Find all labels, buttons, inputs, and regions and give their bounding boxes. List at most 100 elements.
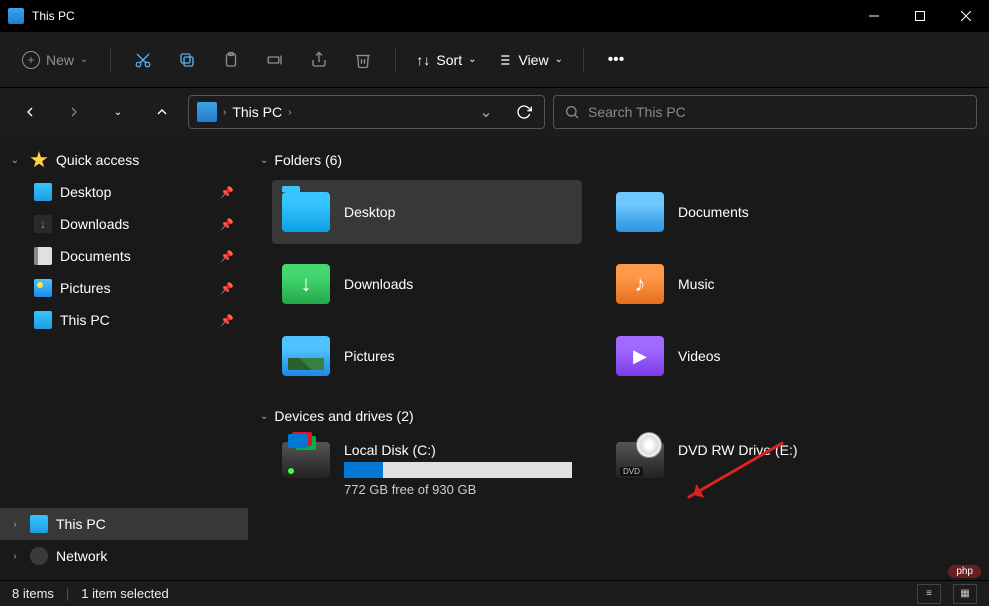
drive-fill: [344, 462, 383, 478]
sort-button[interactable]: ↑↓ Sort ⌄: [408, 46, 484, 74]
dvd-icon: [616, 442, 664, 478]
network-icon: [30, 547, 48, 565]
folder-desktop[interactable]: Desktop: [272, 180, 582, 244]
cut-button[interactable]: [123, 42, 163, 78]
watermark: php: [948, 565, 981, 578]
tile-label: Videos: [678, 348, 721, 364]
back-button[interactable]: [12, 94, 48, 130]
refresh-button[interactable]: [508, 104, 540, 120]
chevron-down-icon: ⌄: [260, 155, 268, 166]
minimize-button[interactable]: [851, 0, 897, 32]
chevron-down-icon: ⌄: [468, 54, 476, 65]
sidebar-label: Desktop: [60, 184, 212, 200]
search-input[interactable]: Search This PC: [553, 95, 977, 129]
documents-icon: [34, 247, 52, 265]
sidebar-this-pc[interactable]: › This PC: [0, 508, 248, 540]
sidebar-label: This PC: [60, 312, 212, 328]
view-label: View: [518, 52, 548, 68]
chevron-down-icon: ⌄: [8, 155, 22, 166]
pictures-icon: [34, 279, 52, 297]
recent-button[interactable]: ⌄: [100, 94, 136, 130]
sidebar-quick-access[interactable]: ⌄ Quick access: [0, 144, 248, 176]
more-button[interactable]: •••: [596, 42, 636, 78]
sidebar-item-this-pc[interactable]: This PC 📌: [0, 304, 248, 336]
up-button[interactable]: [144, 94, 180, 130]
drive-info: Local Disk (C:) 772 GB free of 930 GB: [344, 442, 572, 497]
sort-label: Sort: [436, 52, 462, 68]
chevron-right-icon: ›: [223, 107, 226, 118]
rename-button[interactable]: [255, 42, 295, 78]
music-folder-icon: [616, 264, 664, 304]
address-bar[interactable]: › This PC › ⌄: [188, 95, 545, 129]
close-button[interactable]: [943, 0, 989, 32]
folder-music[interactable]: Music: [606, 252, 916, 316]
videos-folder-icon: [616, 336, 664, 376]
section-title: Devices and drives (2): [274, 408, 413, 424]
address-location[interactable]: This PC: [232, 104, 282, 120]
thumbnails-view-button[interactable]: ▦: [953, 584, 977, 604]
paste-button[interactable]: [211, 42, 251, 78]
drive-name: DVD RW Drive (E:): [678, 442, 906, 458]
sidebar-label: Quick access: [56, 152, 240, 168]
search-placeholder: Search This PC: [588, 104, 686, 120]
folder-pictures[interactable]: Pictures: [272, 324, 582, 388]
new-button[interactable]: + New ⌄: [12, 45, 98, 75]
copy-button[interactable]: [167, 42, 207, 78]
sidebar-label: Downloads: [60, 216, 212, 232]
status-selected: 1 item selected: [81, 586, 168, 601]
chevron-right-icon: ›: [288, 107, 291, 118]
tile-label: Desktop: [344, 204, 395, 220]
separator: [110, 48, 111, 72]
section-title: Folders (6): [274, 152, 342, 168]
pin-icon: 📌: [220, 218, 234, 231]
this-pc-icon: [34, 311, 52, 329]
tile-label: Music: [678, 276, 715, 292]
sidebar-item-desktop[interactable]: Desktop 📌: [0, 176, 248, 208]
address-dropdown[interactable]: ⌄: [470, 102, 502, 122]
star-icon: [30, 151, 48, 169]
pin-icon: 📌: [220, 250, 234, 263]
details-view-button[interactable]: ≡: [917, 584, 941, 604]
folder-downloads[interactable]: Downloads: [272, 252, 582, 316]
drives-section-header[interactable]: ⌄ Devices and drives (2): [256, 404, 981, 428]
drives-grid: Local Disk (C:) 772 GB free of 930 GB DV…: [256, 428, 981, 519]
pin-icon: 📌: [220, 282, 234, 295]
this-pc-icon: [8, 8, 24, 24]
maximize-button[interactable]: [897, 0, 943, 32]
chevron-down-icon: ⌄: [80, 54, 88, 65]
sidebar-label: This PC: [56, 516, 240, 532]
view-icon: [496, 52, 512, 68]
chevron-right-icon: ›: [8, 551, 22, 562]
forward-button[interactable]: [56, 94, 92, 130]
view-button[interactable]: View ⌄: [488, 46, 570, 74]
folders-section-header[interactable]: ⌄ Folders (6): [256, 148, 981, 172]
documents-folder-icon: [616, 192, 664, 232]
status-bar: 8 items | 1 item selected ≡ ▦: [0, 580, 989, 606]
window-title: This PC: [32, 9, 851, 23]
drive-local-disk[interactable]: Local Disk (C:) 772 GB free of 930 GB: [272, 436, 582, 503]
hdd-icon: [282, 442, 330, 478]
sidebar: ⌄ Quick access Desktop 📌 Downloads 📌 Doc…: [0, 136, 248, 580]
chevron-right-icon: ›: [8, 519, 22, 530]
delete-button[interactable]: [343, 42, 383, 78]
drive-usage-bar: [344, 462, 572, 478]
folder-videos[interactable]: Videos: [606, 324, 916, 388]
sort-icon: ↑↓: [416, 52, 430, 68]
status-items: 8 items: [12, 586, 54, 601]
pin-icon: 📌: [220, 314, 234, 327]
drive-dvd[interactable]: DVD RW Drive (E:): [606, 436, 916, 503]
location-icon: [197, 102, 217, 122]
separator: [395, 48, 396, 72]
tile-label: Pictures: [344, 348, 395, 364]
sidebar-network[interactable]: › Network: [0, 540, 248, 572]
separator: [583, 48, 584, 72]
drive-name: Local Disk (C:): [344, 442, 572, 458]
sidebar-item-pictures[interactable]: Pictures 📌: [0, 272, 248, 304]
folder-documents[interactable]: Documents: [606, 180, 916, 244]
share-button[interactable]: [299, 42, 339, 78]
plus-icon: +: [22, 51, 40, 69]
sidebar-item-documents[interactable]: Documents 📌: [0, 240, 248, 272]
drive-free-text: 772 GB free of 930 GB: [344, 482, 572, 497]
pictures-folder-icon: [282, 336, 330, 376]
sidebar-item-downloads[interactable]: Downloads 📌: [0, 208, 248, 240]
